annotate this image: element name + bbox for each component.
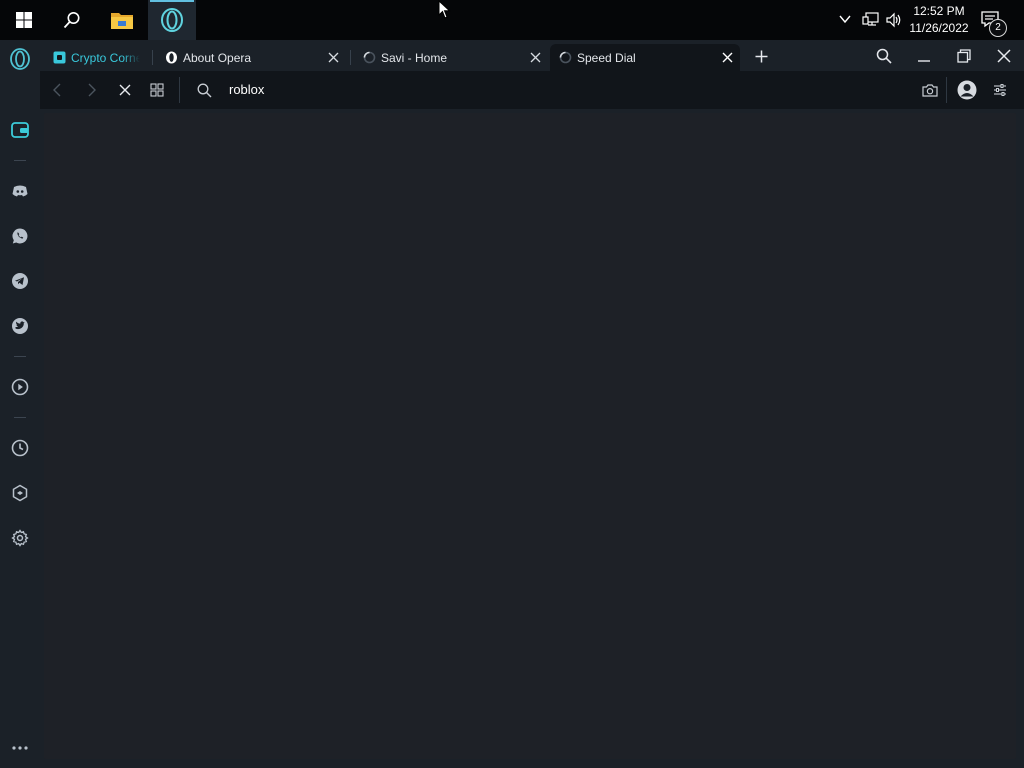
tab-close-button[interactable] bbox=[528, 50, 542, 64]
opera-gx-icon bbox=[161, 8, 183, 32]
tab-title: Crypto Corner bbox=[71, 50, 140, 65]
close-icon bbox=[328, 52, 338, 62]
close-icon bbox=[530, 52, 540, 62]
whatsapp-icon bbox=[12, 228, 28, 244]
taskbar-search-button[interactable] bbox=[48, 0, 96, 40]
camera-icon bbox=[922, 84, 938, 97]
volume-icon bbox=[886, 12, 901, 28]
search-icon bbox=[63, 12, 80, 29]
tab-about-opera[interactable]: About Opera bbox=[156, 44, 346, 71]
back-button[interactable] bbox=[48, 80, 68, 100]
snapshot-button[interactable] bbox=[920, 80, 940, 100]
mouse-cursor-icon bbox=[438, 0, 452, 25]
telegram-icon bbox=[12, 273, 28, 289]
windows-start-icon bbox=[16, 12, 32, 28]
stop-loading-button[interactable] bbox=[115, 80, 135, 100]
clock-time: 12:52 PM bbox=[913, 4, 965, 18]
restore-button[interactable] bbox=[952, 44, 976, 68]
sidebar-item-settings[interactable] bbox=[8, 526, 32, 550]
sidebar-item-discord[interactable] bbox=[8, 179, 32, 203]
minimize-icon bbox=[918, 60, 930, 62]
settings-icon bbox=[11, 529, 29, 547]
sidebar-divider bbox=[14, 160, 26, 161]
forward-button[interactable] bbox=[81, 80, 101, 100]
extensions-icon bbox=[12, 484, 28, 502]
opera-gx-taskbar-button[interactable] bbox=[148, 0, 196, 40]
address-bar-input[interactable]: roblox bbox=[229, 82, 264, 97]
tab-search-button[interactable] bbox=[872, 44, 896, 68]
chevron-right-icon bbox=[88, 83, 96, 97]
search-icon bbox=[876, 48, 892, 64]
restore-icon bbox=[957, 49, 971, 63]
loading-spinner-icon bbox=[558, 51, 572, 65]
address-search-icon bbox=[194, 80, 214, 100]
more-icon bbox=[12, 746, 28, 750]
minimize-button[interactable] bbox=[912, 44, 936, 68]
sidebar-more-button[interactable] bbox=[8, 736, 32, 760]
tab-title: Savi - Home bbox=[381, 50, 448, 65]
crypto-wallet-icon bbox=[52, 51, 66, 65]
speed-dial-button[interactable] bbox=[147, 80, 167, 100]
sidebar-item-extensions[interactable] bbox=[8, 481, 32, 505]
loading-spinner-icon bbox=[362, 51, 376, 65]
profile-button[interactable] bbox=[957, 80, 977, 100]
easy-setup-button[interactable] bbox=[990, 80, 1010, 100]
show-hidden-icons-button[interactable] bbox=[838, 12, 852, 31]
network-tray-button[interactable] bbox=[862, 11, 880, 34]
tab-title: Speed Dial bbox=[577, 50, 636, 65]
tab-close-button[interactable] bbox=[326, 50, 340, 64]
tab-crypto-corner[interactable]: Crypto Corner bbox=[44, 44, 140, 71]
sidebar-item-twitter[interactable] bbox=[8, 314, 32, 338]
opera-menu-button[interactable] bbox=[8, 47, 32, 71]
tab-strip: Crypto Corner About Opera Savi - Home Sp… bbox=[40, 40, 1024, 71]
tab-close-button[interactable] bbox=[720, 50, 734, 64]
tab-savi-home[interactable]: Savi - Home bbox=[354, 44, 548, 71]
notification-count-badge: 2 bbox=[989, 19, 1007, 37]
page-content[interactable] bbox=[44, 113, 1016, 759]
volume-tray-button[interactable] bbox=[885, 11, 903, 34]
tab-separator bbox=[350, 50, 351, 65]
discord-icon bbox=[12, 185, 28, 197]
system-clock[interactable]: 12:52 PM 11/26/2022 bbox=[904, 3, 974, 37]
close-icon bbox=[119, 84, 131, 96]
file-explorer-icon bbox=[111, 13, 133, 29]
chevron-up-icon bbox=[839, 15, 851, 24]
close-window-button[interactable] bbox=[992, 44, 1016, 68]
sidebar-item-player[interactable] bbox=[8, 375, 32, 399]
opera-icon bbox=[164, 51, 178, 65]
history-icon bbox=[11, 439, 29, 457]
settings-sliders-icon bbox=[994, 84, 1006, 96]
file-explorer-button[interactable] bbox=[98, 0, 146, 40]
opera-gx-window: Crypto Corner About Opera Savi - Home Sp… bbox=[0, 40, 1024, 768]
plus-icon bbox=[755, 50, 767, 62]
start-button[interactable] bbox=[0, 0, 48, 40]
navigation-toolbar: roblox bbox=[40, 71, 1024, 109]
crypto-wallet-icon bbox=[11, 122, 29, 138]
sidebar-divider bbox=[14, 417, 26, 418]
toolbar-divider bbox=[946, 77, 947, 103]
opera-gx-logo-icon bbox=[10, 48, 30, 70]
sidebar-item-history[interactable] bbox=[8, 436, 32, 460]
network-icon bbox=[862, 12, 879, 26]
grid-icon bbox=[150, 83, 164, 97]
player-icon bbox=[11, 378, 29, 396]
windows-taskbar: 12:52 PM 11/26/2022 2 bbox=[0, 0, 1024, 40]
sidebar-item-crypto-wallet[interactable] bbox=[8, 118, 32, 142]
tab-separator bbox=[152, 50, 153, 65]
sidebar-item-whatsapp[interactable] bbox=[8, 224, 32, 248]
sidebar-item-telegram[interactable] bbox=[8, 269, 32, 293]
avatar-icon bbox=[957, 80, 977, 100]
browser-sidebar bbox=[0, 40, 40, 768]
tab-title: About Opera bbox=[183, 50, 252, 65]
toolbar-divider bbox=[179, 77, 180, 103]
sidebar-divider bbox=[14, 356, 26, 357]
chevron-left-icon bbox=[53, 83, 61, 97]
twitter-icon bbox=[12, 318, 28, 334]
search-icon bbox=[197, 83, 211, 97]
tab-speed-dial[interactable]: Speed Dial bbox=[550, 44, 740, 71]
close-icon bbox=[722, 52, 732, 62]
clock-date: 11/26/2022 bbox=[909, 21, 969, 35]
new-tab-button[interactable] bbox=[752, 47, 770, 65]
close-icon bbox=[997, 49, 1011, 63]
